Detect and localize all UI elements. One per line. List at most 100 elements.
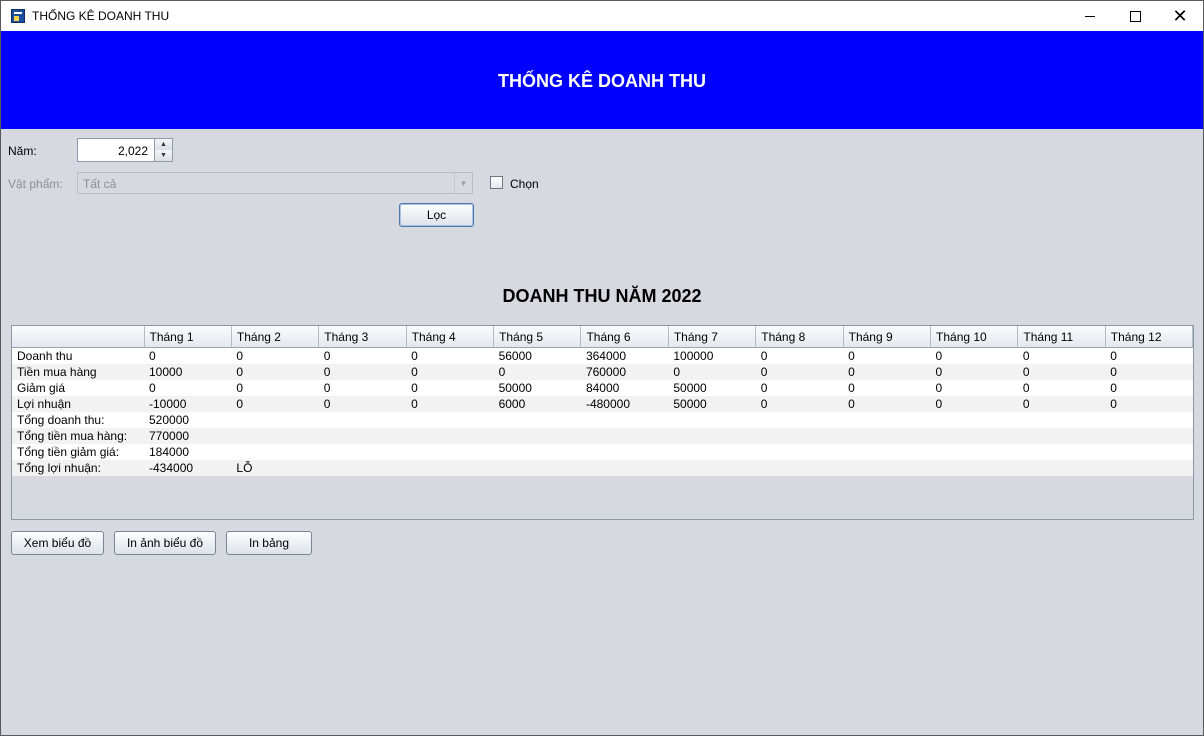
table-cell[interactable]: 0 [1105, 380, 1193, 396]
table-cell[interactable] [406, 428, 494, 444]
table-cell[interactable] [580, 460, 669, 476]
table-cell[interactable]: 0 [231, 380, 319, 396]
table-cell[interactable]: 760000 [580, 364, 669, 380]
table-cell[interactable] [755, 428, 844, 444]
table-cell[interactable]: 6000 [493, 396, 581, 412]
table-cell[interactable]: 0 [1105, 347, 1193, 364]
spinner-down-button[interactable]: ▼ [154, 150, 172, 161]
table-cell[interactable] [843, 444, 931, 460]
year-value[interactable]: 2,022 [118, 144, 148, 158]
table-cell[interactable] [843, 428, 931, 444]
view-chart-button[interactable]: Xem biểu đồ [11, 531, 104, 555]
table-cell[interactable] [930, 460, 1018, 476]
table-cell[interactable]: 0 [668, 364, 756, 380]
table-row[interactable]: Lợi nhuận -10000 0 0 0 6000 -480000 50000 0 0 0 0 0 [12, 396, 1193, 412]
column-header[interactable]: Tháng 12 [1105, 326, 1193, 348]
table-cell[interactable] [318, 412, 407, 428]
table-cell[interactable] [231, 444, 319, 460]
table-row[interactable]: Giảm giá 0 0 0 0 50000 84000 50000 0 0 0 0 0 [12, 380, 1193, 396]
column-header[interactable]: Tháng 5 [493, 326, 582, 348]
table-cell[interactable]: 0 [755, 347, 844, 364]
filter-button[interactable]: Lọc [399, 203, 474, 227]
table-row[interactable]: Doanh thu 0 0 0 0 56000 364000 100000 0 0 0 0 0 [12, 347, 1193, 364]
table-cell[interactable]: 0 [318, 347, 407, 364]
table-cell[interactable] [1105, 444, 1193, 460]
table-cell[interactable]: 0 [930, 347, 1018, 364]
table-cell[interactable] [493, 444, 581, 460]
row-label-cell[interactable]: Tổng tiền giảm giá: [12, 444, 144, 460]
table-cell[interactable] [580, 428, 669, 444]
print-chart-image-button[interactable]: In ảnh biểu đồ [114, 531, 216, 555]
column-header[interactable]: Tháng 3 [318, 326, 407, 348]
revenue-table[interactable]: Tháng 1 Tháng 2 Tháng 3 Tháng 4 Tháng 5 … [11, 325, 1194, 520]
table-cell[interactable] [406, 444, 494, 460]
table-cell[interactable]: 0 [843, 347, 931, 364]
table-cell[interactable] [493, 412, 581, 428]
table-cell[interactable]: 364000 [580, 347, 669, 364]
table-cell[interactable] [318, 428, 407, 444]
table-cell[interactable]: 0 [755, 380, 844, 396]
table-cell[interactable] [1017, 460, 1106, 476]
minimize-button[interactable] [1067, 1, 1113, 31]
table-cell[interactable]: 0 [843, 380, 931, 396]
table-cell[interactable] [493, 460, 581, 476]
column-header[interactable]: Tháng 1 [144, 326, 232, 348]
table-cell[interactable] [843, 460, 931, 476]
table-cell[interactable]: 0 [843, 364, 931, 380]
table-cell[interactable] [406, 460, 494, 476]
title-bar[interactable]: THỐNG KÊ DOANH THU ✕ [1, 1, 1203, 31]
table-cell[interactable] [755, 412, 844, 428]
table-cell[interactable]: 0 [1105, 396, 1193, 412]
table-cell[interactable]: 10000 [144, 364, 232, 380]
table-cell[interactable] [668, 412, 756, 428]
table-cell[interactable] [493, 428, 581, 444]
table-cell[interactable]: 0 [231, 347, 319, 364]
table-cell[interactable]: 0 [755, 396, 844, 412]
table-cell[interactable]: 184000 [144, 444, 232, 460]
table-cell[interactable]: 0 [231, 364, 319, 380]
chevron-down-icon[interactable]: ▼ [454, 173, 472, 193]
table-cell[interactable]: 0 [406, 396, 494, 412]
table-cell[interactable]: 100000 [668, 347, 756, 364]
table-cell[interactable] [930, 444, 1018, 460]
row-label-cell[interactable]: Giảm giá [12, 380, 144, 396]
table-cell[interactable]: 0 [930, 380, 1018, 396]
table-cell[interactable]: 0 [930, 364, 1018, 380]
table-cell[interactable]: 0 [493, 364, 581, 380]
table-cell[interactable]: 0 [1017, 364, 1106, 380]
column-header[interactable] [12, 326, 145, 348]
row-label-cell[interactable]: Lợi nhuận [12, 396, 144, 412]
row-label-cell[interactable]: Tổng lợi nhuận: [12, 460, 144, 476]
table-cell[interactable]: 0 [1017, 347, 1106, 364]
column-header[interactable]: Tháng 9 [843, 326, 932, 348]
maximize-button[interactable] [1112, 1, 1158, 31]
table-cell[interactable] [1017, 412, 1106, 428]
table-row[interactable]: Tổng lợi nhuận: -434000 LỖ [12, 460, 1193, 476]
row-label-cell[interactable]: Tiền mua hàng [12, 364, 144, 380]
row-label-cell[interactable]: Doanh thu [12, 347, 144, 364]
table-cell[interactable] [930, 412, 1018, 428]
table-cell[interactable]: -10000 [144, 396, 232, 412]
table-cell[interactable] [1017, 428, 1106, 444]
table-cell[interactable] [755, 444, 844, 460]
table-cell[interactable]: 50000 [668, 396, 756, 412]
table-cell[interactable]: 0 [318, 380, 407, 396]
table-cell[interactable]: 0 [843, 396, 931, 412]
table-cell[interactable] [668, 444, 756, 460]
table-cell[interactable] [755, 460, 844, 476]
column-header[interactable]: Tháng 4 [406, 326, 495, 348]
table-cell[interactable]: 50000 [493, 380, 581, 396]
row-label-cell[interactable]: Tổng doanh thu: [12, 412, 144, 428]
row-label-cell[interactable]: Tổng tiền mua hàng: [12, 428, 144, 444]
table-cell[interactable] [231, 428, 319, 444]
table-cell[interactable] [318, 444, 407, 460]
table-cell[interactable] [1105, 460, 1193, 476]
table-cell[interactable]: 0 [1017, 396, 1106, 412]
table-row[interactable]: Tiền mua hàng 10000 0 0 0 0 760000 0 0 0 0 0 0 [12, 364, 1193, 380]
table-cell[interactable] [1017, 444, 1106, 460]
column-header[interactable]: Tháng 8 [755, 326, 844, 348]
table-cell[interactable]: 0 [406, 347, 494, 364]
table-cell[interactable]: 770000 [144, 428, 232, 444]
year-spinner[interactable]: 2,022 ▲ ▼ [77, 138, 173, 162]
column-header[interactable]: Tháng 10 [930, 326, 1019, 348]
